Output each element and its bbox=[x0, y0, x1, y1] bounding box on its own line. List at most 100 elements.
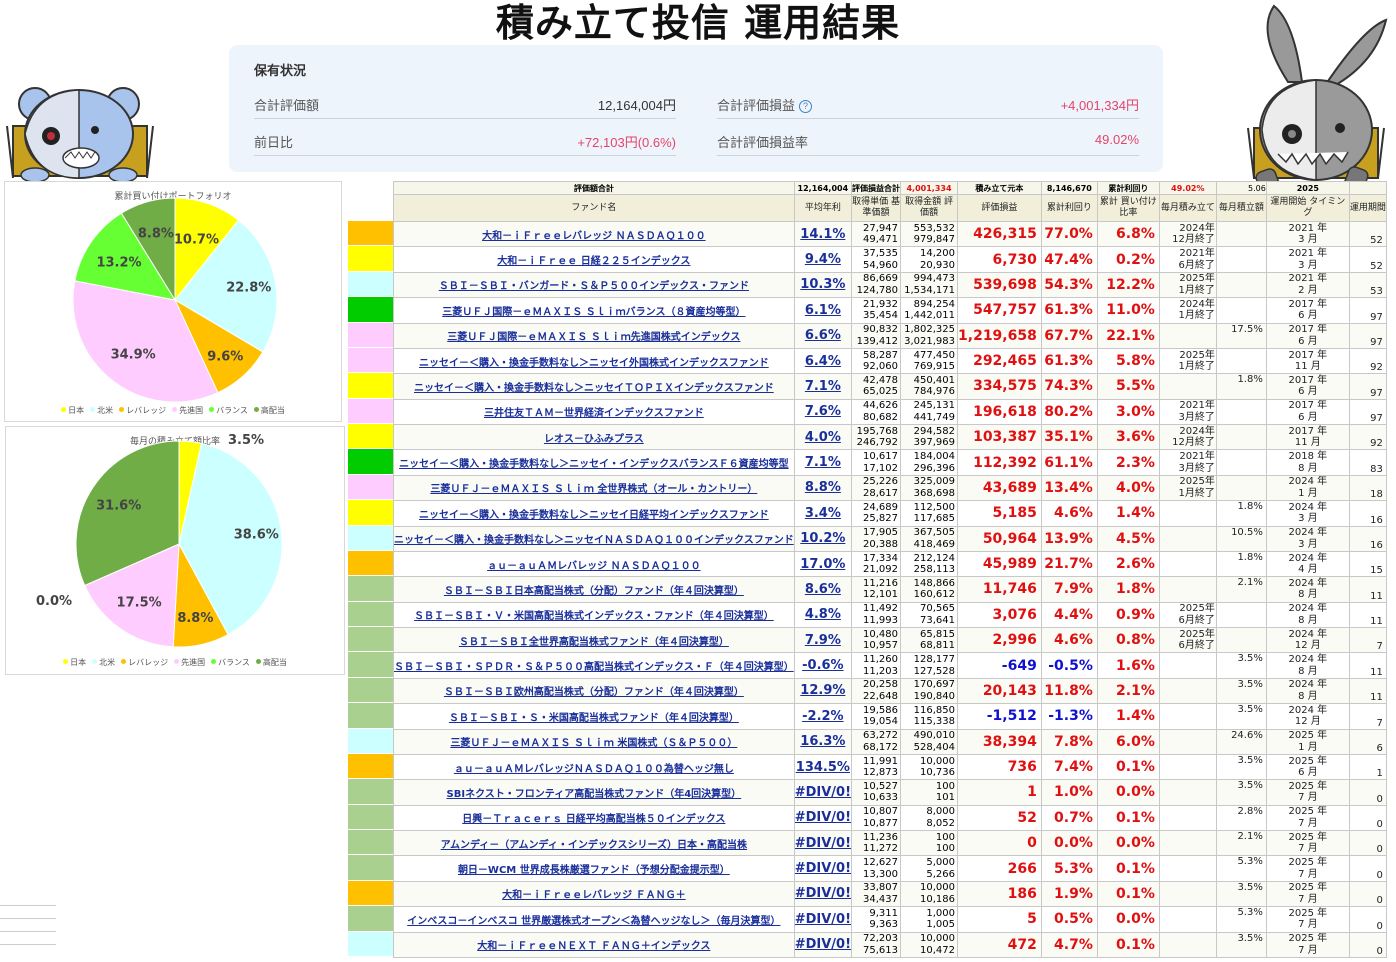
text-line: 2025年 bbox=[1179, 603, 1215, 615]
unit-price: 10,617 bbox=[863, 451, 899, 463]
pl-cell: -1,512 bbox=[957, 703, 1042, 730]
fund-link[interactable]: 朝日－WCM 世界成長株厳選ファンド（予想分配金提示型） bbox=[458, 865, 730, 876]
avg-annual-cell[interactable]: 7.6% bbox=[793, 398, 853, 426]
category-color-swatch bbox=[348, 703, 393, 729]
avg-annual-cell[interactable]: 10.3% bbox=[793, 271, 853, 299]
fund-link[interactable]: 大和－ｉＦｒｅｅ 日経２２５インデックス bbox=[497, 256, 690, 267]
fund-link[interactable]: 大和－ｉＦｒｅｅレバレッジ ＮＡＳＤＡＱ１００ bbox=[482, 231, 705, 242]
ended-cell bbox=[1158, 652, 1217, 679]
nav-price: 20,388 bbox=[863, 538, 899, 550]
yield-cell: 54.3% bbox=[1040, 271, 1098, 299]
ended-cell: 2024年 1月終了 bbox=[1158, 297, 1217, 324]
fund-link[interactable]: ＳＢＩ－ＳＢＩ・Ｖ・米国高配当株式インデックス・ファンド（年４回決算型） bbox=[414, 611, 774, 622]
fund-link[interactable]: 三菱ＵＦＪ－ｅＭＡＸＩＳ Ｓｌｉｍ 米国株式（Ｓ＆Ｐ５００） bbox=[450, 738, 737, 749]
avg-annual-cell[interactable]: #DIV/0! bbox=[793, 931, 853, 958]
fund-link[interactable]: ＳＢＩ－ＳＢＩ・Ｓ・米国高配当株式ファンド（年４回決算型） bbox=[449, 713, 739, 724]
avg-annual-cell[interactable]: 6.6% bbox=[793, 322, 853, 349]
fund-link[interactable]: 三菱ＵＦＪ国際－ｅＭＡＸＩＳ Ｓｌｉｍバランス（８資産均等型） bbox=[442, 307, 745, 318]
value-amount: 160,612 bbox=[913, 589, 956, 601]
help-icon[interactable]: ? bbox=[799, 100, 813, 113]
fund-link[interactable]: 三菱ＵＦＪ－ｅＭＡＸＩＳ Ｓｌｉｍ 全世界株式（オール・カントリー） bbox=[430, 484, 757, 495]
avg-annual-cell[interactable]: #DIV/0! bbox=[793, 906, 853, 933]
avg-annual-cell[interactable]: #DIV/0! bbox=[793, 779, 853, 806]
header-pl: 評価損益 bbox=[957, 194, 1042, 222]
pl-cell: 52 bbox=[957, 804, 1042, 832]
fund-link[interactable]: レオス－ひふみプラス bbox=[544, 434, 644, 445]
fund-link[interactable]: 大和－ｉＦｒｅｅレバレッジ ＦＡＮＧ＋ bbox=[502, 890, 685, 901]
pl-cell: 3,076 bbox=[957, 601, 1042, 629]
fund-link[interactable]: ニッセイ－＜購入・換金手数料なし＞ニッセイ・インデックスバランスＦ６資産均等型 bbox=[399, 459, 789, 470]
start-cell: 2017 年6 月 bbox=[1265, 373, 1350, 400]
bunny-mascot-image bbox=[1247, 4, 1388, 196]
text-line: 12月終了 bbox=[1172, 437, 1215, 449]
fund-link[interactable]: ＳＢＩ－ＳＢＩ日本高配当株式（分配）ファンド（年４回決算型） bbox=[444, 586, 744, 597]
table-row: 三菱ＵＦＪ国際－ｅＭＡＸＩＳ Ｓｌｉｍバランス（８資産均等型） 6.1% 21,93… bbox=[393, 297, 1387, 324]
fund-link[interactable]: ニッセイ－＜購入・換金手数料なし＞ニッセイＮＡＳＤＡＱ１００インデックスファンド bbox=[394, 535, 793, 546]
fund-link[interactable]: ＳＢＩ－ＳＢＩ欧州高配当株式（分配）ファンド（年４回決算型） bbox=[444, 687, 744, 698]
avg-annual-cell[interactable]: #DIV/0! bbox=[793, 804, 853, 832]
fund-link[interactable]: アムンディ－（アムンディ・インデックスシリーズ）日本・高配当株 bbox=[441, 840, 747, 851]
fund-link[interactable]: ＳＢＩ－ＳＢＩ全世界高配当株式ファンド（年４回決算型） bbox=[459, 637, 729, 648]
monthly-rate-cell bbox=[1215, 449, 1267, 476]
unit-price: 21,932 bbox=[863, 298, 899, 310]
pl-cell: 50,964 bbox=[957, 525, 1042, 552]
avg-annual-cell[interactable]: 9.4% bbox=[793, 246, 853, 273]
fund-link[interactable]: ニッセイ－＜購入・換金手数料なし＞ニッセイＴＯＰＩＸインデックスファンド bbox=[414, 383, 774, 394]
fund-link[interactable]: ニッセイ－＜購入・換金手数料なし＞ニッセイ外国株式インデックスファンド bbox=[419, 358, 769, 369]
pie-data-label: 3.5% bbox=[228, 433, 264, 448]
period-cell: 11 bbox=[1348, 677, 1387, 705]
text-line: 7 月 bbox=[1298, 893, 1318, 905]
value-amount: 3,021,983 bbox=[904, 335, 956, 347]
cost-amount: 477,450 bbox=[913, 349, 956, 361]
avg-annual-cell[interactable]: 8.6% bbox=[793, 576, 853, 603]
fund-link[interactable]: ＳＢＩ－ＳＢＩ・バンガード・Ｓ＆Ｐ５００インデックス・ファンド bbox=[439, 281, 749, 292]
category-color-swatch bbox=[348, 550, 393, 577]
text-line: 6 月 bbox=[1298, 411, 1318, 423]
fund-link[interactable]: ａｕ－ａｕＡＭレバレッジ ＮＡＳＤＡＱ１００ bbox=[487, 561, 700, 572]
fund-name-cell: ＳＢＩ－ＳＢＩ・Ｖ・米国高配当株式インデックス・ファンド（年４回決算型） bbox=[393, 601, 795, 629]
fund-link[interactable]: インベスコ－インベスコ 世界厳選株式オープン＜為替ヘッジなし＞（毎月決算型） bbox=[407, 916, 780, 927]
unit-nav-cell: 11,991 12,873 bbox=[851, 753, 902, 781]
avg-annual-cell[interactable]: -2.2% bbox=[793, 703, 853, 730]
avg-annual-cell[interactable]: -0.6% bbox=[793, 652, 853, 679]
period-cell: 15 bbox=[1348, 550, 1387, 578]
text-line: 12月終了 bbox=[1172, 234, 1215, 246]
avg-annual-cell[interactable]: 134.5% bbox=[793, 753, 853, 781]
avg-annual-cell[interactable]: 7.1% bbox=[793, 449, 853, 476]
fund-link[interactable]: 日興－Ｔｒａｃｅｒｓ 日経平均高配当株５０インデックス bbox=[462, 814, 725, 825]
avg-annual-cell[interactable]: 4.0% bbox=[793, 423, 853, 451]
avg-annual-cell[interactable]: 12.9% bbox=[793, 677, 853, 705]
avg-annual-cell[interactable]: 14.1% bbox=[793, 220, 853, 248]
cost-amount: 245,131 bbox=[913, 400, 956, 412]
avg-annual-cell[interactable]: 8.8% bbox=[793, 474, 853, 502]
unit-nav-cell: 20,258 22,648 bbox=[851, 677, 902, 705]
avg-annual-cell[interactable]: 3.4% bbox=[793, 500, 853, 527]
nav-price: 9,363 bbox=[869, 919, 899, 931]
text-line: 2021年 bbox=[1179, 248, 1215, 260]
cost-amount: 184,004 bbox=[913, 451, 956, 463]
avg-annual-cell[interactable]: 16.3% bbox=[793, 728, 853, 755]
fund-link[interactable]: 三菱ＵＦＪ国際－ｅＭＡＸＩＳ Ｓｌｉｍ先進国株式インデックス bbox=[447, 332, 740, 343]
fund-link[interactable]: ニッセイ－＜購入・換金手数料なし＞ニッセイ日経平均インデックスファンド bbox=[419, 510, 769, 521]
avg-annual-cell[interactable]: #DIV/0! bbox=[793, 829, 853, 857]
fund-link[interactable]: 大和－ｉＦｒｅｅＮＥＸＴ ＦＡＮＧ＋インデックス bbox=[477, 941, 710, 952]
avg-annual-cell[interactable]: #DIV/0! bbox=[793, 880, 853, 908]
unit-nav-cell: 195,768 246,792 bbox=[851, 423, 902, 451]
fund-link[interactable]: ａｕ－ａｕＡＭレバレッジＮＡＳＤＡＱ１００為替ヘッジ無し bbox=[454, 764, 734, 775]
avg-annual-cell[interactable]: 6.1% bbox=[793, 297, 853, 324]
fund-link[interactable]: 三井住友ＴＡＭ－世界経済インデックスファンド bbox=[484, 408, 704, 419]
unit-nav-cell: 24,689 25,827 bbox=[851, 500, 902, 527]
avg-annual-cell[interactable]: 4.8% bbox=[793, 601, 853, 629]
yield-total: 49.02% bbox=[1158, 181, 1217, 195]
avg-annual-cell[interactable]: 7.9% bbox=[793, 626, 853, 654]
avg-annual-cell[interactable]: 10.2% bbox=[793, 525, 853, 552]
avg-annual-cell[interactable]: 7.1% bbox=[793, 373, 853, 400]
monthly-pie-chart: 毎月の積み立て額比率 3.5%38.6%8.8%17.5%0.0%31.6% 日… bbox=[5, 426, 345, 675]
avg-annual-cell[interactable]: 6.4% bbox=[793, 347, 853, 375]
cost-value-cell: 245,131 441,749 bbox=[900, 398, 959, 426]
avg-annual-cell[interactable]: 17.0% bbox=[793, 550, 853, 578]
fund-link[interactable]: SBIネクスト・フロンティア高配当株式ファンド（年4回決算型） bbox=[447, 789, 742, 800]
fund-link[interactable]: ＳＢＩ－ＳＢＩ・ＳＰＤＲ・Ｓ＆Ｐ５００高配当株式インデックス・Ｆ（年４回決算型） bbox=[394, 662, 793, 673]
fund-name-cell: ニッセイ－＜購入・換金手数料なし＞ニッセイ・インデックスバランスＦ６資産均等型 bbox=[393, 449, 795, 476]
avg-annual-cell[interactable]: #DIV/0! bbox=[793, 855, 853, 882]
